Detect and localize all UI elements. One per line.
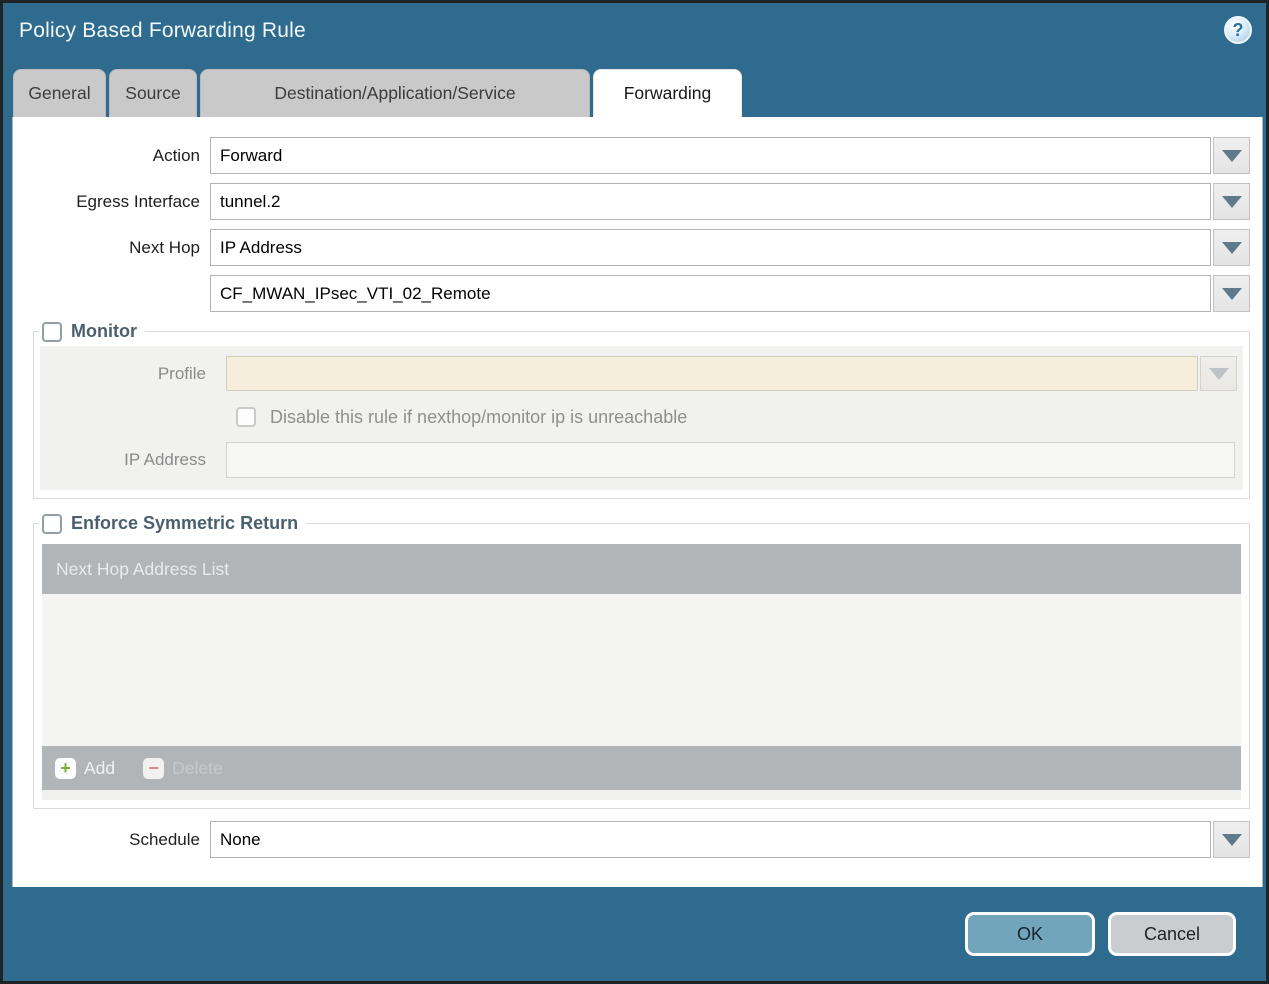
- schedule-select[interactable]: None: [210, 821, 1211, 858]
- next-hop-address-list-body[interactable]: [42, 594, 1241, 746]
- delete-button-label: Delete: [172, 757, 223, 778]
- next-hop-address-list-toolbar: + Add − Delete: [42, 746, 1241, 790]
- enforce-symmetric-return-legend: Enforce Symmetric Return: [39, 513, 306, 534]
- disable-rule-checkbox: [236, 407, 256, 427]
- tab-general[interactable]: General: [13, 69, 106, 117]
- chevron-down-icon: [1221, 149, 1242, 162]
- action-select[interactable]: Forward: [210, 137, 1211, 174]
- action-row: Action Forward: [13, 137, 1250, 174]
- next-hop-address-row: CF_MWAN_IPsec_VTI_02_Remote: [13, 275, 1250, 312]
- schedule-dropdown-button[interactable]: [1213, 821, 1250, 858]
- ok-button[interactable]: OK: [965, 912, 1095, 956]
- disable-rule-label: Disable this rule if nexthop/monitor ip …: [270, 406, 688, 427]
- monitor-legend: Monitor: [39, 321, 145, 342]
- enforce-symmetric-return-section: Enforce Symmetric Return Next Hop Addres…: [33, 513, 1250, 809]
- monitor-checkbox[interactable]: [42, 321, 62, 342]
- egress-interface-row: Egress Interface tunnel.2: [13, 183, 1250, 220]
- profile-row: Profile: [40, 356, 1237, 391]
- profile-dropdown-button: [1200, 356, 1237, 391]
- tab-source[interactable]: Source: [109, 69, 197, 117]
- profile-select: [226, 356, 1198, 391]
- policy-based-forwarding-rule-dialog: Policy Based Forwarding Rule ? General S…: [0, 0, 1269, 984]
- dialog-footer: OK Cancel: [3, 887, 1266, 981]
- plus-icon: +: [55, 757, 76, 779]
- chevron-down-icon: [1221, 287, 1242, 300]
- forwarding-tab-panel: Action Forward Egress Interface tunnel.2…: [12, 117, 1263, 887]
- chevron-down-icon: [1221, 833, 1242, 846]
- tab-bar: General Source Destination/Application/S…: [13, 69, 1256, 117]
- next-hop-address-list-table: Next Hop Address List + Add − Delete: [42, 544, 1241, 790]
- profile-label: Profile: [157, 363, 206, 383]
- tab-forwarding[interactable]: Forwarding: [593, 69, 742, 117]
- minus-icon: −: [143, 757, 165, 779]
- monitor-ip-address-row: IP Address: [40, 442, 1237, 478]
- egress-interface-label: Egress Interface: [76, 191, 200, 211]
- chevron-down-icon: [1221, 195, 1242, 208]
- next-hop-dropdown-button[interactable]: [1213, 229, 1250, 266]
- add-button-label: Add: [84, 757, 116, 778]
- tab-destination-application-service[interactable]: Destination/Application/Service: [200, 69, 590, 117]
- schedule-label: Schedule: [129, 829, 200, 849]
- egress-interface-select[interactable]: tunnel.2: [210, 183, 1211, 220]
- dialog-title: Policy Based Forwarding Rule: [19, 19, 306, 42]
- monitor-ip-address-input: [226, 442, 1235, 478]
- help-icon[interactable]: ?: [1224, 16, 1252, 44]
- table-bottom-strip: [42, 790, 1241, 800]
- action-dropdown-button[interactable]: [1213, 137, 1250, 174]
- next-hop-address-select[interactable]: CF_MWAN_IPsec_VTI_02_Remote: [210, 275, 1211, 312]
- monitor-panel: Profile Disable this rule if nexthop/mon…: [40, 346, 1243, 490]
- schedule-row: Schedule None: [13, 821, 1250, 858]
- monitor-section: Monitor Profile Disable this rule if nex…: [33, 321, 1250, 499]
- next-hop-row: Next Hop IP Address: [13, 229, 1250, 266]
- cancel-button[interactable]: Cancel: [1108, 912, 1236, 956]
- monitor-legend-label: Monitor: [71, 321, 137, 341]
- next-hop-address-list-header: Next Hop Address List: [42, 544, 1241, 594]
- disable-rule-row: Disable this rule if nexthop/monitor ip …: [40, 404, 1237, 430]
- chevron-down-icon: [1221, 241, 1242, 254]
- chevron-down-icon: [1208, 367, 1229, 380]
- next-hop-address-dropdown-button[interactable]: [1213, 275, 1250, 312]
- next-hop-label: Next Hop: [129, 237, 200, 257]
- next-hop-type-select[interactable]: IP Address: [210, 229, 1211, 266]
- monitor-ip-address-label: IP Address: [124, 450, 206, 469]
- title-bar: Policy Based Forwarding Rule ?: [3, 3, 1266, 61]
- action-label: Action: [152, 145, 200, 165]
- enforce-symmetric-return-checkbox[interactable]: [42, 513, 62, 534]
- enforce-symmetric-return-legend-label: Enforce Symmetric Return: [71, 513, 299, 533]
- delete-button: − Delete: [143, 757, 223, 779]
- add-button[interactable]: + Add: [55, 757, 116, 779]
- egress-interface-dropdown-button[interactable]: [1213, 183, 1250, 220]
